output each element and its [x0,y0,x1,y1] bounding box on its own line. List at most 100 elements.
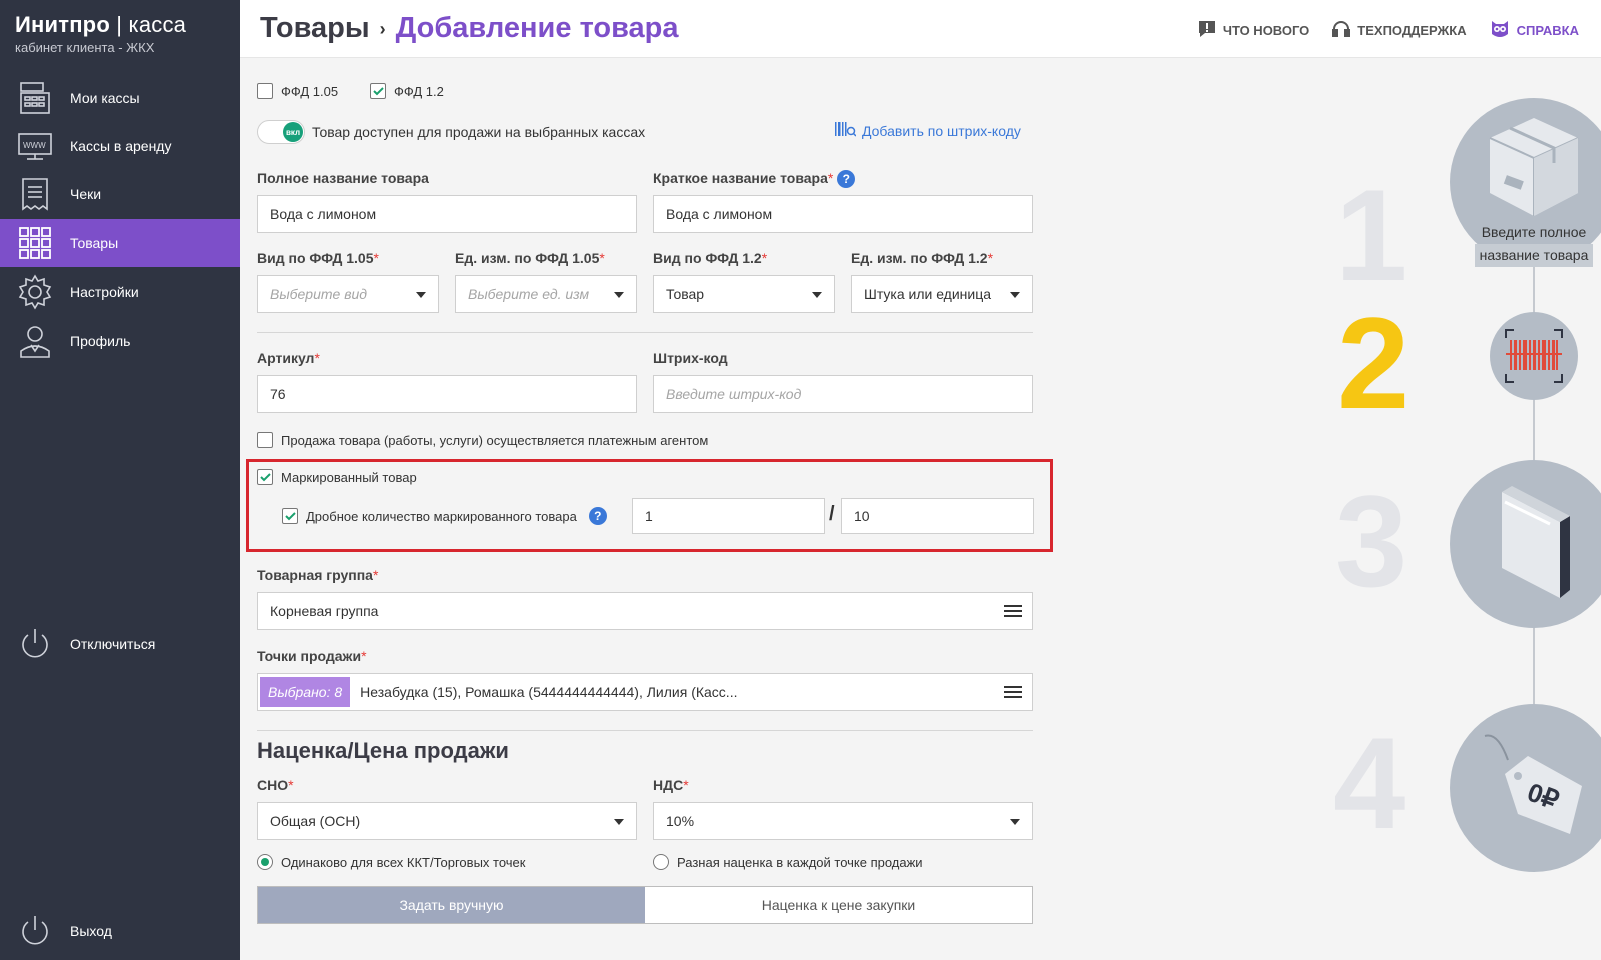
ffd105-option: ФФД 1.05 [257,83,338,99]
add-by-barcode-link[interactable]: Добавить по штрих-коду [834,120,1021,141]
step-number-4: 4 [1333,710,1406,856]
header: Товары › Добавление товара ЧТО НОВОГО ТЕХП… [240,0,1601,58]
brand-title: Инитпро | касса [15,12,186,38]
fraction-denominator-input[interactable]: 10 [841,498,1034,534]
fraction-numerator-input[interactable]: 1 [632,498,825,534]
unit12-select[interactable]: Штука или единица [851,275,1033,313]
radio-dot [261,858,269,866]
main-area: Товары › Добавление товара ЧТО НОВОГО ТЕХП… [240,0,1601,960]
sidebar-item-receipts[interactable]: Чеки [0,170,240,218]
radio-same[interactable] [257,854,273,870]
group-label: Товарная группа* [257,567,378,583]
availability-toggle[interactable]: вкл [257,120,305,144]
fraction-slash: / [829,503,835,525]
whats-new-link[interactable]: ЧТО НОВОГО [1197,19,1309,42]
sidebar-item-label: Настройки [70,284,139,300]
agent-label: Продажа товара (работы, услуги) осуществ… [281,432,709,448]
sidebar-item-settings[interactable]: Настройки [0,268,240,316]
nds-value: 10% [666,813,695,829]
short-name-label: Краткое название товара*? [653,170,856,189]
unit105-select[interactable]: Выберите ед. изм [455,275,637,313]
logout-button[interactable]: Выход [0,907,240,955]
required-mark: * [373,250,379,266]
sidebar-item-label: Мои кассы [70,90,140,106]
step-1-caption-line1: Введите полное [1481,224,1587,240]
points-select[interactable]: Выбрано: 8 Незабудка (15), Ромашка (5444… [257,673,1033,711]
support-label: ТЕХПОДДЕРЖКА [1357,23,1467,38]
chevron-down-icon [614,819,624,825]
help-link[interactable]: СПРАВКА [1489,18,1579,43]
fractional-checkbox[interactable] [282,508,298,524]
agent-checkbox[interactable] [257,432,273,448]
required-mark: * [761,250,768,266]
pricing-section-title: Наценка/Цена продажи [257,738,509,763]
support-link[interactable]: ТЕХПОДДЕРЖКА [1331,19,1467,42]
product-form: ФФД 1.05 ФФД 1.2 вкл Товар доступен для … [246,58,1290,960]
short-name-label-text: Краткое название товара [653,170,828,186]
breadcrumb-root[interactable]: Товары [260,12,370,44]
sidebar-item-rent-registers[interactable]: WWW Кассы в аренду [0,122,240,170]
points-value: Незабудка (15), Ромашка (5444444444444),… [360,684,738,700]
short-name-input[interactable]: Вода с лимоном [653,195,1033,233]
full-name-value: Вода с лимоном [270,206,377,222]
short-name-value: Вода с лимоном [666,206,773,222]
disconnect-button[interactable]: Отключиться [0,620,240,668]
agent-option: Продажа товара (работы, услуги) осуществ… [257,432,708,448]
sidebar-item-profile[interactable]: Профиль [0,317,240,365]
price-tag-icon: 0₽ [1484,734,1582,834]
ffd12-checkbox[interactable] [370,83,386,99]
power-icon [15,624,55,664]
www-monitor-icon: WWW [15,126,55,166]
ffd12-option: ФФД 1.2 [370,83,444,99]
help-icon[interactable]: ? [837,170,856,189]
sidebar-item-my-registers[interactable]: Мои кассы [0,74,240,122]
manual-price-button[interactable]: Задать вручную [258,887,645,923]
marked-checkbox[interactable] [257,469,273,485]
fractional-option: Дробное количество маркированного товара… [282,507,607,525]
required-mark: * [361,648,367,664]
kind105-select[interactable]: Выберите вид [257,275,439,313]
list-icon[interactable] [1004,686,1022,698]
radio-diff[interactable] [653,854,669,870]
check-icon [372,86,384,95]
ffd105-label: ФФД 1.05 [281,83,339,99]
unit12-label: Ед. изм. по ФФД 1.2* [851,250,993,266]
points-label-text: Точки продажи [257,648,362,664]
check-icon [259,472,271,481]
required-mark: * [987,250,994,266]
markup-price-button[interactable]: Наценка к цене закупки [645,887,1032,923]
kind12-select[interactable]: Товар [653,275,835,313]
group-select[interactable]: Корневая группа [257,592,1033,630]
selected-count-badge: Выбрано: 8 [260,677,351,707]
kind12-value: Товар [666,286,705,302]
required-mark: * [599,250,605,266]
step-3-circle [1450,460,1601,628]
ffd12-label: ФФД 1.2 [394,83,444,99]
ffd105-checkbox[interactable] [257,83,273,99]
radio-same-label: Одинаково для всех ККТ/Торговых точек [281,854,526,870]
article-input[interactable]: 76 [257,375,637,413]
marked-label: Маркированный товар [281,469,417,485]
step-number-1: 1 [1335,162,1408,308]
logout-label: Выход [70,923,112,939]
kind105-placeholder: Выберите вид [270,286,368,302]
list-icon[interactable] [1004,605,1022,617]
kind12-label-text: Вид по ФФД 1.2 [653,250,762,266]
unit105-placeholder: Выберите ед. изм [468,286,590,302]
chevron-down-icon [1010,292,1020,298]
sidebar-item-label: Товары [70,235,119,251]
required-mark: * [827,170,834,186]
barcode-input[interactable]: Введите штрих-код [653,375,1033,413]
step-number-2: 2 [1337,290,1410,436]
help-icon[interactable]: ? [588,507,607,525]
chevron-down-icon [614,292,624,298]
cash-register-icon [15,78,55,118]
full-name-input[interactable]: Вода с лимоном [257,195,637,233]
sno-select[interactable]: Общая (ОСН) [257,802,637,840]
nds-label-text: НДС [653,777,684,793]
nds-select[interactable]: 10% [653,802,1033,840]
breadcrumb: Товары › Добавление товара [260,12,679,45]
chevron-down-icon [812,292,822,298]
fractional-label: Дробное количество маркированного товара [306,508,577,524]
sidebar-item-products[interactable]: Товары [0,219,240,267]
